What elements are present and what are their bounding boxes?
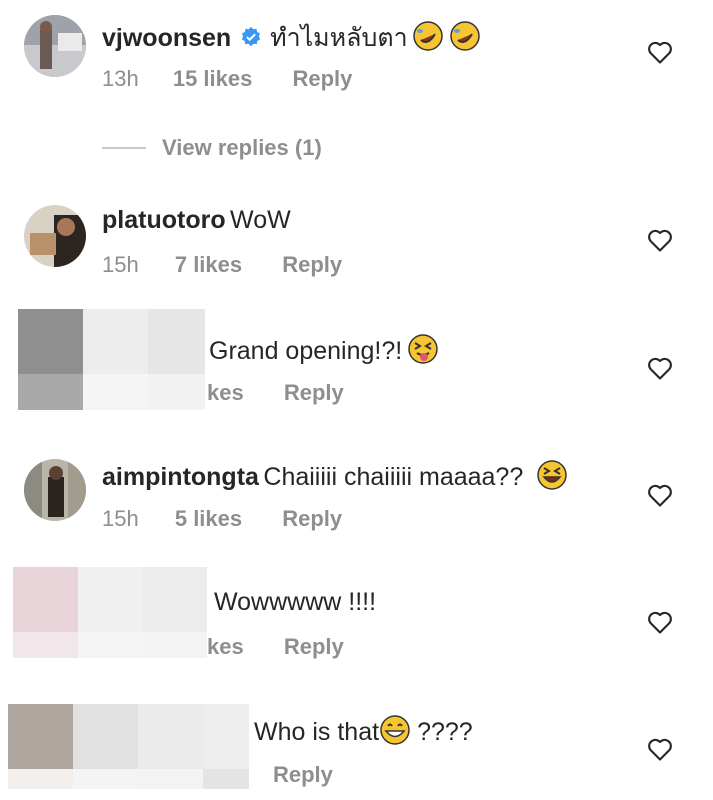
reply-button[interactable]: Reply	[282, 506, 342, 531]
verified-badge-icon	[241, 26, 260, 47]
reply-button[interactable]: Reply	[282, 252, 342, 277]
reply-button[interactable]: Reply	[273, 762, 333, 787]
rofl-emoji-icon	[449, 21, 480, 51]
reply-button[interactable]: Reply	[284, 634, 344, 659]
heart-outline-icon[interactable]	[646, 735, 674, 763]
comment-text: Chaiiiii chaiiiii maaaa??	[263, 463, 524, 491]
blurred-meta	[78, 632, 143, 658]
comment-username[interactable]: platuotoro	[102, 206, 226, 234]
blurred-username	[83, 309, 148, 374]
comment-text: WoW	[230, 206, 291, 234]
blurred-username	[73, 704, 138, 769]
likes-count-partial: kes	[207, 634, 244, 659]
grinning-emoji-icon	[380, 715, 410, 745]
squinting-tongue-emoji-icon	[407, 334, 438, 364]
blurred-meta	[143, 632, 207, 658]
blurred-username	[143, 567, 207, 632]
comment-username[interactable]: aimpintongta	[102, 463, 259, 491]
avatar-photo	[24, 205, 86, 267]
comment-time: 13h	[102, 66, 139, 91]
comment-username[interactable]: vjwoonsen	[102, 24, 231, 52]
likes-count[interactable]: 15 likes	[173, 66, 253, 91]
blurred-username	[78, 567, 143, 632]
comment-text: Wowwwww !!!!	[214, 588, 377, 616]
heart-outline-icon[interactable]	[646, 354, 674, 382]
reply-button[interactable]: Reply	[284, 380, 344, 405]
blurred-meta	[138, 769, 203, 789]
blurred-avatar	[8, 704, 73, 769]
blurred-meta	[203, 769, 249, 789]
avatar-photo	[24, 459, 86, 521]
likes-count[interactable]: 7 likes	[175, 252, 242, 277]
blurred-username	[203, 704, 249, 769]
comment-time: 15h	[102, 252, 139, 277]
likes-count[interactable]: 5 likes	[175, 506, 242, 531]
blurred-username	[138, 704, 203, 769]
avatar-photo	[24, 15, 86, 77]
blurred-avatar	[18, 309, 83, 374]
blurred-avatar	[13, 632, 78, 658]
heart-outline-icon[interactable]	[646, 608, 674, 636]
grinning-squint-emoji-icon	[536, 460, 567, 490]
blurred-meta	[148, 374, 205, 410]
heart-outline-icon[interactable]	[646, 38, 674, 66]
view-replies-button[interactable]: View replies (1)	[162, 135, 322, 160]
comment-time: 15h	[102, 506, 139, 531]
comment-text: ทำไมหลับตา	[270, 24, 408, 52]
comment-text: Grand opening!?!	[209, 337, 403, 365]
comment-text: Who is that	[254, 718, 380, 746]
comment-text-suffix: ????	[417, 718, 473, 746]
view-replies-line	[102, 147, 146, 149]
avatar[interactable]	[24, 205, 86, 267]
blurred-avatar	[13, 567, 78, 632]
likes-count-partial: kes	[207, 380, 244, 405]
avatar[interactable]	[24, 15, 86, 77]
blurred-meta	[73, 769, 138, 789]
blurred-avatar	[18, 374, 83, 410]
avatar[interactable]	[24, 459, 86, 521]
heart-outline-icon[interactable]	[646, 226, 674, 254]
blurred-meta	[83, 374, 148, 410]
rofl-emoji-icon	[413, 21, 443, 51]
blurred-avatar	[8, 769, 73, 789]
reply-button[interactable]: Reply	[292, 66, 352, 91]
blurred-username	[148, 309, 205, 374]
heart-outline-icon[interactable]	[646, 481, 674, 509]
